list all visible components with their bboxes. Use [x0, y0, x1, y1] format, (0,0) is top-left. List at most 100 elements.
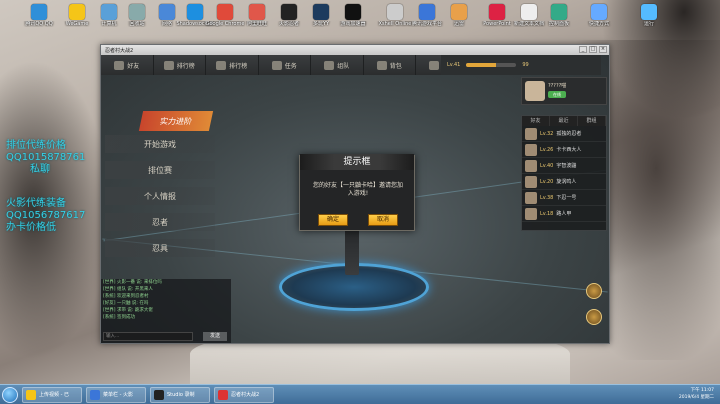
desktop-icon-label: 迅雷 [453, 21, 464, 27]
game-window: 忍者村大战2 _ □ × 好友 排行榜 排行榜 任务 组队 背包 商城 设置 L… [100, 44, 610, 344]
app-icon [90, 389, 100, 400]
taskbar-item-label: 上传视频 - 已 [39, 392, 69, 398]
desktop-icon[interactable]: PowerPoint [480, 2, 514, 36]
status-badge: 在线 [548, 91, 566, 98]
avatar [525, 127, 537, 140]
friend-row[interactable]: Lv.20 旋涡鸣人 [522, 174, 606, 190]
friend-level: Lv.38 [540, 194, 554, 201]
avatar [525, 191, 537, 204]
chat-message: [世界] 求带 说: 跪求大佬 [103, 308, 153, 313]
my-profile-card[interactable]: ?????喵 在线 [521, 77, 607, 105]
app-icon [249, 4, 265, 20]
desktop-icon[interactable]: 新建文本文档 [512, 2, 546, 36]
desktop-icons: 腾讯QQ QQ WeGame 计算机 回收站 网络 ShadowsocksR Google … [22, 2, 720, 36]
confirm-button[interactable]: 确定 [318, 214, 348, 226]
desktop-icon[interactable]: 火影忍者 [272, 2, 306, 36]
chat-message: [世界] 火影一番 说: 来排位吗 [103, 280, 162, 285]
friend-row[interactable]: Lv.26 卡卡西大人 [522, 142, 606, 158]
app-icon [551, 4, 567, 20]
clock-time: 下午 11:07 [690, 388, 714, 393]
desktop-icon[interactable]: 运行 [632, 2, 666, 36]
menu-ninja[interactable]: 忍者 [105, 213, 215, 231]
start-button[interactable] [2, 386, 18, 403]
send-button[interactable]: 发送 [203, 332, 227, 341]
system-clock[interactable]: 下午 11:07 2019/6/4 星期二 [679, 387, 714, 401]
chat-message: [系统] 签到成功 [103, 315, 135, 320]
chat-message: [系统] 欢迎来到忍者村 [103, 294, 149, 299]
taskbar-item[interactable]: 菜单栏 - 火影 [86, 386, 146, 403]
nav-rank-2[interactable]: 排行榜 [206, 55, 259, 75]
cancel-button[interactable]: 取消 [368, 214, 398, 226]
profile-name: ?????喵 [548, 83, 567, 89]
friend-row[interactable]: Lv.18 路人甲 [522, 206, 606, 222]
desktop-icon[interactable]: 迅雷 [442, 2, 476, 36]
menu-profile[interactable]: 个人情报 [105, 187, 215, 205]
clock-date: 2019/6/4 星期二 [678, 395, 714, 400]
menu-ranked[interactable]: 排位赛 [105, 161, 215, 179]
team-icon [324, 60, 335, 70]
player-level: Lv.41 [447, 62, 461, 68]
friend-row[interactable]: Lv.32 孤独的忍者 [522, 126, 606, 142]
nav-friends[interactable]: 好友 [101, 55, 154, 75]
desktop-icon[interactable]: Xshell Online [378, 2, 412, 36]
chart-icon [216, 60, 227, 70]
desktop-icon[interactable]: WeGame [60, 2, 94, 36]
tab-groups[interactable]: 群组 [578, 116, 606, 126]
menu-tools[interactable]: 忍具 [105, 239, 215, 257]
nav-task[interactable]: 任务 [259, 55, 311, 75]
taskbar-item[interactable]: 忍者村大战2 [214, 386, 274, 403]
desktop-icon-label: 快捷方式 [588, 21, 609, 27]
tab-friends[interactable]: 好友 [522, 116, 550, 126]
menu-start-game[interactable]: 开始游戏 [105, 135, 215, 153]
desktop-icon[interactable]: 多玩YY [304, 2, 338, 36]
desktop-icon-label: 控制面板 [548, 21, 569, 27]
chat-input[interactable]: 输入... [103, 332, 193, 341]
chat-message: [好友] 一只鼬 说: 在吗 [103, 301, 149, 306]
friend-row[interactable]: Lv.38 下忍一号 [522, 190, 606, 206]
desktop-icon[interactable]: 游戏加速器 [336, 2, 370, 36]
minimize-button[interactable]: _ [579, 46, 587, 53]
friend-name: 旋涡鸣人 [556, 179, 577, 185]
coin-count: 99 [522, 62, 529, 68]
friend-row[interactable]: Lv.40 宇智波鼬 [522, 158, 606, 174]
nav-team[interactable]: 组队 [311, 55, 364, 75]
desktop-icon[interactable]: 控制面板 [542, 2, 576, 36]
promo-line-4: 火影代练装备 [6, 198, 66, 209]
nav-bag[interactable]: 背包 [364, 55, 416, 75]
avatar [525, 159, 537, 172]
taskbar-item[interactable]: 上传视频 - 已 [22, 386, 82, 403]
desktop-icon[interactable]: 快捷方式 [582, 2, 616, 36]
desktop-icon[interactable]: Google Chrome [206, 2, 244, 36]
friends-tabs: 好友 最近 群组 [522, 116, 606, 126]
game-viewport: 好友 排行榜 排行榜 任务 组队 背包 商城 设置 Lv.41 99 实力进阶 … [101, 55, 609, 343]
friend-level: Lv.32 [540, 130, 554, 137]
app-icon [69, 4, 85, 20]
exp-bar [466, 63, 517, 67]
nav-rank[interactable]: 排行榜 [154, 55, 206, 75]
desktop-icon[interactable]: 腾讯游戏平台 [410, 2, 444, 36]
taskbar-item[interactable]: Studio 录制 [150, 386, 210, 403]
close-button[interactable]: × [599, 46, 607, 53]
app-icon [281, 4, 297, 20]
promo-line-5: QQ1056787617 [6, 210, 86, 221]
bag-icon [376, 60, 387, 70]
exp-fill [466, 63, 497, 67]
app-icon [217, 4, 233, 20]
mail-icon[interactable] [586, 283, 602, 299]
desktop-icon[interactable]: 阿里旺旺 [240, 2, 274, 36]
desktop-icon[interactable]: 回收站 [120, 2, 154, 36]
friend-level: Lv.26 [540, 146, 554, 153]
chat-message: [世界] 组队 说: 开黑来人 [103, 287, 153, 292]
chat-box: [世界] 火影一番 说: 来排位吗 [世界] 组队 说: 开黑来人 [系统] 欢迎来… [101, 279, 231, 343]
tab-recent[interactable]: 最近 [550, 116, 578, 126]
friend-name: 下忍一号 [556, 195, 577, 201]
maximize-button[interactable]: □ [589, 46, 597, 53]
desktop-icon-label: 运行 [643, 21, 654, 27]
desktop-icon[interactable]: ShadowsocksR [176, 2, 214, 36]
app-icon [345, 4, 361, 20]
gift-icon[interactable] [586, 309, 602, 325]
desktop-icon[interactable]: 腾讯QQ QQ [22, 2, 56, 36]
window-titlebar[interactable]: 忍者村大战2 _ □ × [101, 45, 609, 55]
app-icon [26, 389, 36, 400]
taskbar-item-label: 菜单栏 - 火影 [103, 392, 133, 398]
